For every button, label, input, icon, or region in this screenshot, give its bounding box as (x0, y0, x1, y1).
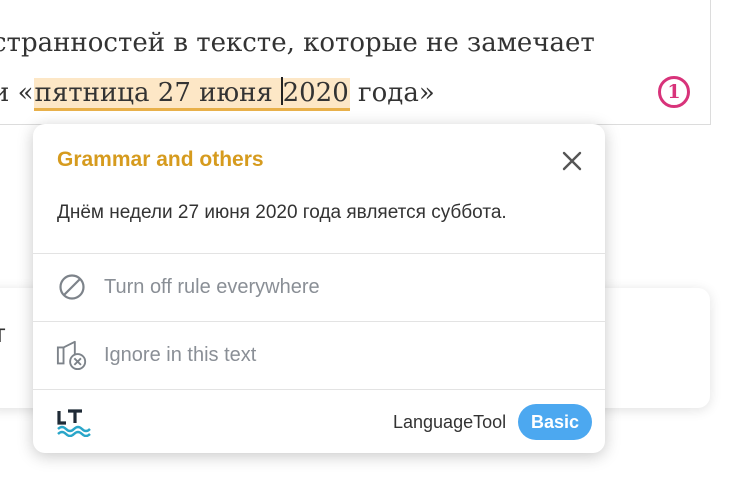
divider (33, 389, 605, 390)
text-editor[interactable]: странностей в тексте, которые не замечае… (0, 0, 711, 125)
grammar-suggestion-popup: Grammar and others Днём недели 27 июня 2… (33, 124, 605, 453)
highlighted-error-part: пятница 27 июня (34, 78, 282, 108)
highlighted-error-part: 2020 (282, 78, 349, 108)
turn-off-rule-button[interactable]: Turn off rule everywhere (33, 254, 605, 320)
plan-badge[interactable]: Basic (518, 404, 592, 440)
editor-text: года» (349, 78, 435, 108)
popup-title: Grammar and others (57, 148, 264, 171)
languagetool-logo-icon (57, 407, 91, 438)
close-button[interactable] (557, 146, 587, 176)
background-card-text: е т (0, 318, 6, 349)
ignore-icon (56, 339, 88, 371)
close-icon (562, 151, 582, 171)
editor-text: и « (0, 78, 34, 108)
editor-line[interactable]: и «пятница 27 июня 2020 года» (0, 77, 435, 111)
prohibited-icon (56, 271, 88, 303)
editor-line[interactable]: странностей в тексте, которые не замечае… (0, 28, 595, 58)
brand-name: LanguageTool (393, 412, 507, 432)
suggestion-message: Днём недели 27 июня 2020 года является с… (57, 202, 507, 223)
ignore-in-text-button[interactable]: Ignore in this text (33, 322, 605, 388)
highlighted-error[interactable]: пятница 27 июня 2020 (33, 77, 350, 111)
action-label: Ignore in this text (104, 343, 257, 366)
action-label: Turn off rule everywhere (104, 275, 320, 298)
error-count-badge[interactable]: 1 (658, 76, 690, 108)
